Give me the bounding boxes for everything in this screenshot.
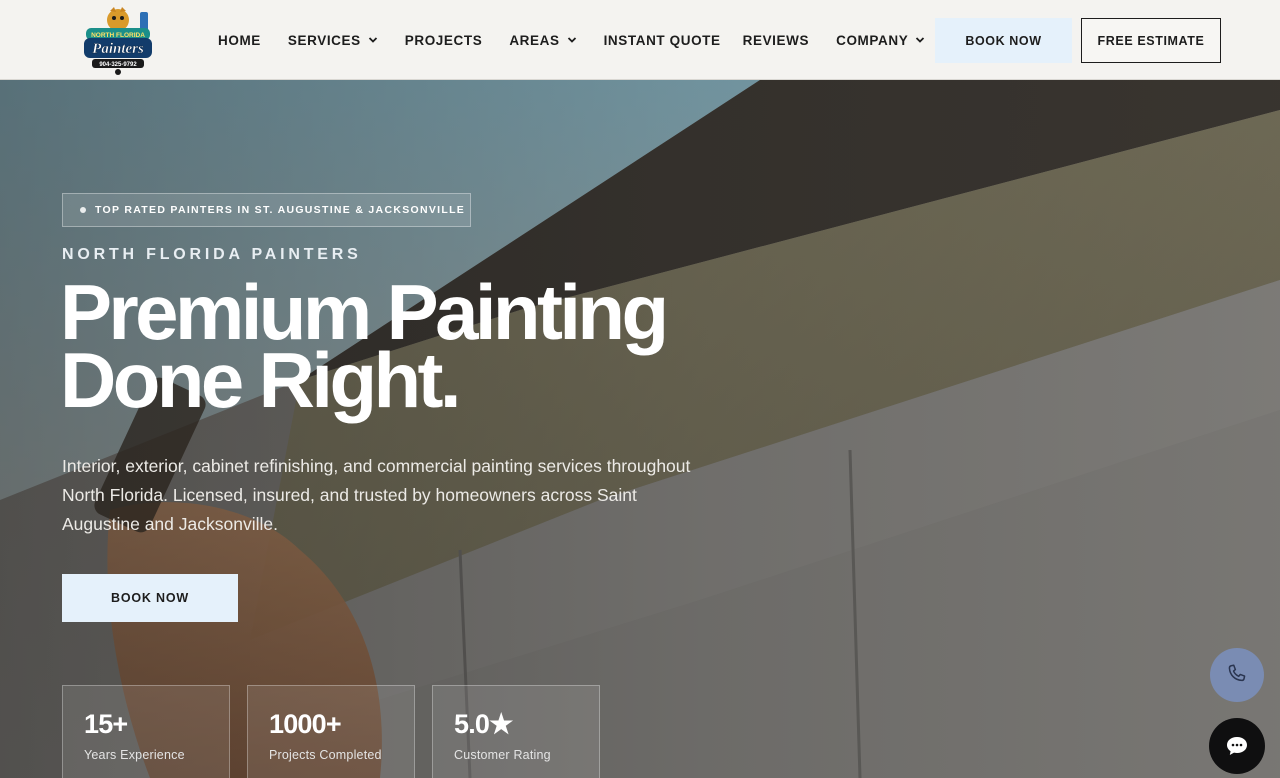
company-logo[interactable]: NORTH FLORIDA Painters 904-325-9792 [82,6,154,76]
nav-home[interactable]: HOME [218,33,261,48]
nav-projects-label: PROJECTS [404,32,483,48]
free-estimate-button[interactable]: FREE ESTIMATE [1081,18,1221,63]
logo-graphic: NORTH FLORIDA Painters 904-325-9792 [84,7,152,75]
nav-areas-label: AREAS [509,32,560,48]
nav-projects[interactable]: PROJECTS [405,33,483,48]
stat-card-rating: 5.0★ Customer Rating [432,685,600,778]
nav-instant-quote-label: INSTANT QUOTE [603,32,721,48]
stats-row: 15+ Years Experience 1000+ Projects Comp… [62,685,617,778]
nav-reviews-label: REVIEWS [742,32,810,48]
chat-bubble-icon [1227,737,1247,755]
site-header: NORTH FLORIDA Painters 904-325-9792 HOME… [0,0,1280,80]
chevron-down-icon [368,37,377,43]
chevron-down-icon [916,37,925,43]
logo-brand-text: Painters [92,41,144,57]
nav-company-label: COMPANY [836,32,909,48]
hero-overlay [0,80,1280,778]
logo-phone-text: 904-325-9792 [99,62,137,68]
top-rated-badge: TOP RATED PAINTERS IN ST. AUGUSTINE & JA… [62,193,471,227]
nav-instant-quote[interactable]: INSTANT QUOTE [604,33,721,48]
nav-services[interactable]: SERVICES [288,33,378,48]
nav-home-label: HOME [218,32,261,48]
book-now-button[interactable]: BOOK NOW [935,18,1072,63]
hero-title-line-2: Done Right. [60,336,462,424]
call-button[interactable] [1210,648,1264,702]
main-nav: HOME SERVICES PROJECTS AREAS INSTANT QUO… [218,0,952,80]
stat-value: 1000+ [269,709,342,739]
hero-section: TOP RATED PAINTERS IN ST. AUGUSTINE & JA… [0,80,1280,778]
hero-description: Interior, exterior, cabinet refinishing,… [62,456,691,534]
stat-label: Projects Completed [269,748,382,762]
badge-dot-icon [80,207,86,213]
hero-book-now-button[interactable]: BOOK NOW [62,574,238,622]
logo-top-text: NORTH FLORIDA [91,32,145,39]
stat-card-experience: 15+ Years Experience [62,685,230,778]
chat-button[interactable] [1209,718,1265,774]
hero-eyebrow: NORTH FLORIDA PAINTERS [62,246,362,263]
stat-label: Years Experience [84,748,185,762]
hero-title: Premium Painting Done Right. [60,273,760,424]
nav-services-label: SERVICES [287,32,361,48]
stat-value: 5.0★ [454,709,513,739]
stat-label: Customer Rating [454,748,551,762]
stat-value: 15+ [84,709,128,739]
nav-reviews[interactable]: REVIEWS [743,33,809,48]
nav-company[interactable]: COMPANY [836,33,925,48]
chevron-down-icon [567,37,576,43]
phone-icon [1228,664,1246,682]
nav-areas[interactable]: AREAS [509,33,576,48]
stat-card-projects: 1000+ Projects Completed [247,685,415,778]
badge-text: TOP RATED PAINTERS IN ST. AUGUSTINE & JA… [95,204,466,216]
